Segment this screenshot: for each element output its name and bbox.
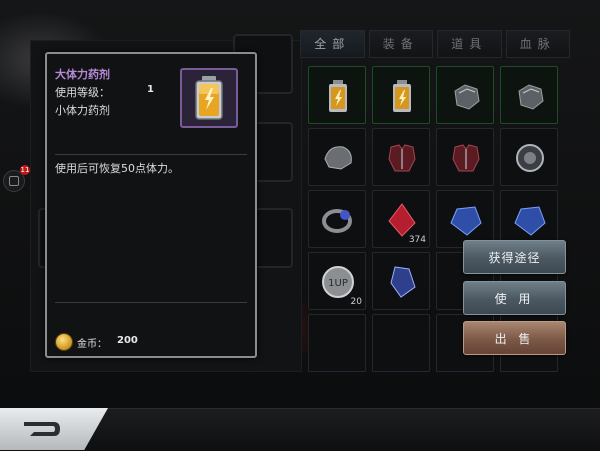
- inventory-slot[interactable]: [500, 66, 558, 124]
- inventory-slot[interactable]: [500, 128, 558, 186]
- tab-items[interactable]: 道具: [437, 30, 502, 58]
- use-button[interactable]: 使 用: [463, 281, 566, 315]
- divider: [55, 302, 247, 303]
- stamina-potion-icon: [383, 77, 421, 115]
- divider: [55, 154, 247, 155]
- blue-gem-icon: [383, 263, 421, 301]
- bag-icon: [9, 176, 19, 186]
- use-level-value: 1: [147, 84, 154, 95]
- inventory-slot[interactable]: [372, 252, 430, 310]
- inventory-slot[interactable]: [308, 128, 366, 186]
- chest-armor-icon: [383, 139, 421, 177]
- item-quantity: 374: [408, 235, 426, 245]
- blue-crystal-icon: [447, 201, 485, 239]
- use-level-label: 使用等级：: [55, 86, 110, 99]
- inventory-slot[interactable]: [436, 66, 494, 124]
- side-menu-button[interactable]: 11: [3, 165, 30, 192]
- inventory-tabs: 全部 装备 道具 血脉: [300, 30, 570, 58]
- item-quantity: 20: [350, 297, 362, 307]
- inventory-slot[interactable]: [308, 66, 366, 124]
- inventory-slot-empty[interactable]: [308, 314, 366, 372]
- item-description: 使用后可恢复50点体力。: [55, 162, 179, 175]
- sell-button[interactable]: 出 售: [463, 321, 566, 355]
- item-type: 小体力药剂: [55, 104, 110, 117]
- notification-badge: 11: [20, 165, 30, 175]
- svg-text:1UP: 1UP: [328, 278, 348, 289]
- inventory-slot[interactable]: [372, 66, 430, 124]
- back-arrow-icon: [24, 422, 60, 436]
- chest-armor-icon: [447, 139, 485, 177]
- coin-label: 金币：: [77, 339, 107, 350]
- gauntlet-icon: [447, 77, 485, 115]
- stamina-potion-icon: [180, 68, 238, 128]
- shoulder-armor-icon: [319, 139, 357, 177]
- item-name: 大体力药剂: [55, 68, 110, 81]
- inventory-slot[interactable]: 374: [372, 190, 430, 248]
- inventory-slot[interactable]: [308, 190, 366, 248]
- inventory-slot[interactable]: [372, 128, 430, 186]
- stamina-potion-icon: [319, 77, 357, 115]
- item-tooltip: 大体力药剂 使用等级： 1 小体力药剂 使用后可恢复50点体力。 金币： 200: [45, 52, 257, 358]
- ring-icon: [319, 201, 357, 239]
- inventory-slot[interactable]: [436, 128, 494, 186]
- tab-bloodline[interactable]: 血脉: [505, 30, 570, 58]
- level-up-coin-icon: 1UP: [319, 263, 357, 301]
- gauntlet-icon: [511, 77, 549, 115]
- tab-equipment[interactable]: 装备: [368, 30, 433, 58]
- blue-crystal-icon: [511, 201, 549, 239]
- inventory-slot-empty[interactable]: [372, 314, 430, 372]
- gold-coin-icon: [55, 333, 73, 351]
- tab-all[interactable]: 全部: [300, 30, 365, 58]
- round-amulet-icon: [511, 139, 549, 177]
- coin-value: 200: [117, 335, 138, 346]
- red-crystal-icon: [383, 201, 421, 239]
- inventory-slot[interactable]: 1UP 20: [308, 252, 366, 310]
- get-source-button[interactable]: 获得途径: [463, 240, 566, 274]
